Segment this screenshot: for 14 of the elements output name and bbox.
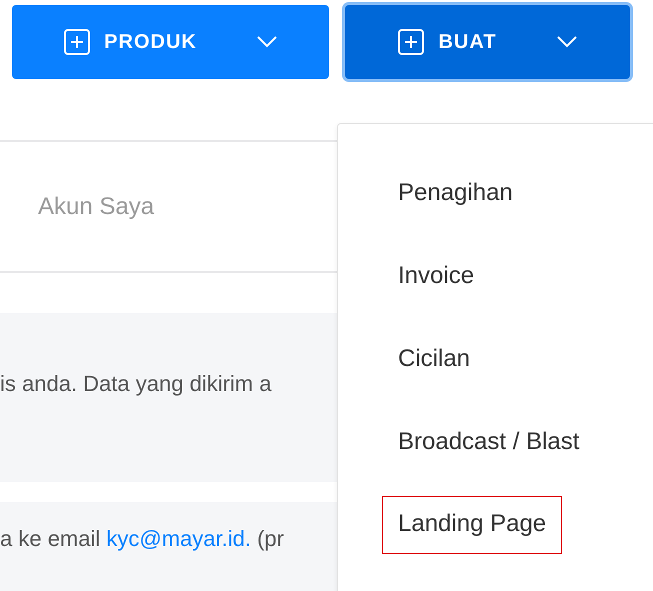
menu-item[interactable]: Landing Page — [382, 496, 562, 554]
email-link[interactable]: kyc@mayar.id. — [106, 526, 251, 551]
menu-item[interactable]: Penagihan — [398, 166, 513, 224]
menu-item[interactable]: Broadcast / Blast — [398, 415, 580, 473]
chevron-down-icon — [556, 36, 577, 48]
notice-text: is anda. Data yang dikirim a — [0, 370, 272, 397]
menu-item[interactable]: Cicilan — [398, 332, 470, 390]
plus-square-icon — [64, 29, 90, 55]
chevron-down-icon — [256, 36, 277, 48]
notice-text: a ke email kyc@mayar.id. (pr — [0, 525, 284, 552]
dropdown-button[interactable]: PRODUK — [12, 5, 329, 79]
menu-item[interactable]: Invoice — [398, 249, 474, 307]
dropdown-button[interactable]: BUAT — [345, 5, 630, 79]
plus-square-icon — [398, 29, 424, 55]
